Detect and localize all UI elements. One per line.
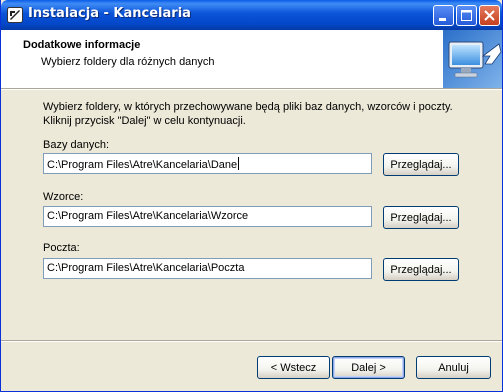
mail-path-value: C:\Program Files\Atre\Kancelaria\Poczta — [47, 262, 245, 274]
title-bar[interactable]: Instalacja - Kancelaria — [1, 0, 502, 30]
mail-path-input[interactable]: C:\Program Files\Atre\Kancelaria\Poczta — [43, 258, 372, 279]
minimize-button[interactable] — [433, 5, 454, 26]
close-icon — [484, 10, 495, 21]
header-subtitle: Wybierz foldery dla różnych danych — [41, 56, 215, 68]
next-button[interactable]: Dalej > — [332, 356, 405, 379]
databases-path-input[interactable]: C:\Program Files\Atre\Kancelaria\Dane — [43, 153, 372, 174]
back-button[interactable]: < Wstecz — [257, 356, 330, 379]
cancel-button[interactable]: Anuluj — [416, 356, 491, 379]
text-caret — [238, 157, 240, 170]
close-button[interactable] — [479, 5, 500, 26]
wizard-header: Dodatkowe informacje Wybierz foldery dla… — [1, 30, 502, 89]
footer-separator — [1, 340, 502, 342]
installer-window: Instalacja - Kancelaria Dodatkowe inform… — [0, 0, 503, 392]
databases-path-value: C:\Program Files\Atre\Kancelaria\Dane — [47, 159, 238, 171]
templates-browse-button[interactable]: Przeglądaj... — [383, 206, 459, 229]
window-title: Instalacja - Kancelaria — [28, 6, 191, 21]
templates-label: Wzorce: — [43, 191, 84, 203]
maximize-button[interactable] — [456, 5, 477, 26]
mail-label: Poczta: — [43, 242, 80, 254]
maximize-icon — [461, 10, 472, 21]
templates-path-value: C:\Program Files\Atre\Kancelaria\Wzorce — [47, 210, 249, 222]
minimize-icon — [439, 18, 446, 21]
templates-path-input[interactable]: C:\Program Files\Atre\Kancelaria\Wzorce — [43, 206, 372, 227]
databases-label: Bazy danych: — [43, 139, 110, 151]
instructions-text: Wybierz foldery, w których przechowywane… — [43, 101, 453, 127]
mail-browse-button[interactable]: Przeglądaj... — [383, 258, 459, 281]
monitor-arrow-icon — [443, 30, 502, 88]
databases-browse-button[interactable]: Przeglądaj... — [383, 153, 459, 176]
installer-icon — [7, 7, 23, 23]
header-title: Dodatkowe informacje — [23, 39, 141, 51]
